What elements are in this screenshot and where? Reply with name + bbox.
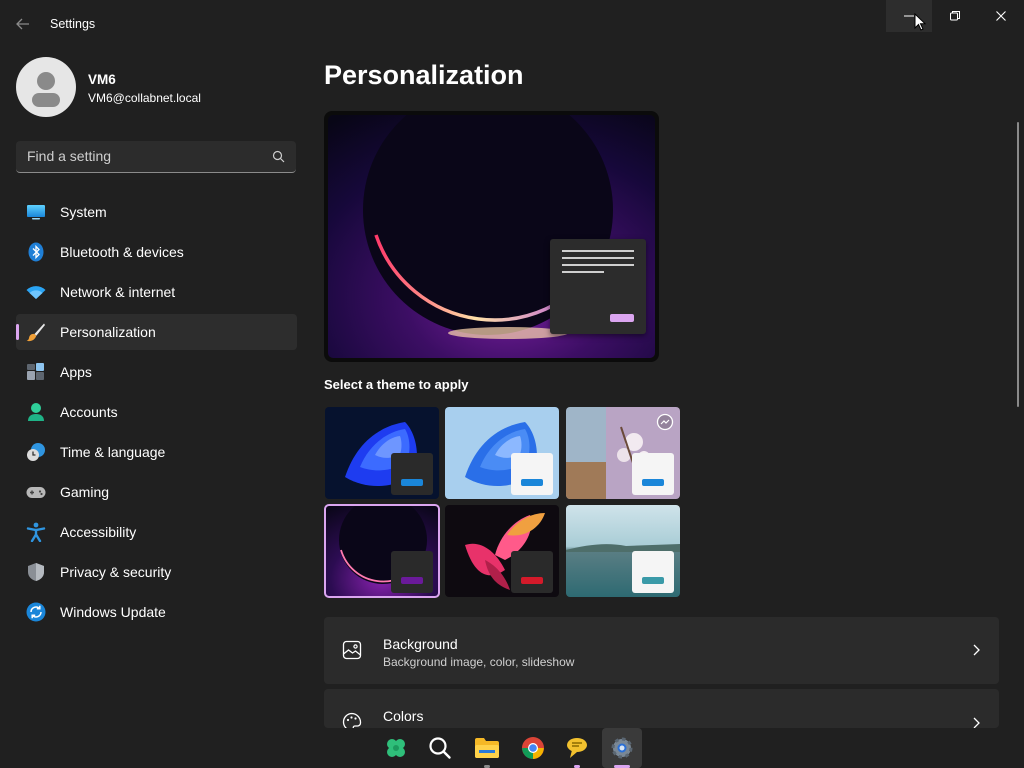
bluetooth-icon xyxy=(26,242,46,262)
theme-captured-motion[interactable] xyxy=(445,505,559,597)
search-icon[interactable] xyxy=(272,150,285,168)
sidebar-item-label: Apps xyxy=(60,364,92,380)
sidebar-item-label: Time & language xyxy=(60,444,166,460)
chrome-icon[interactable] xyxy=(513,728,553,768)
card-title: Background xyxy=(383,636,458,652)
sidebar-item-windows-update[interactable]: Windows Update xyxy=(16,594,297,630)
scrollbar[interactable] xyxy=(1017,122,1019,407)
chevron-right-icon xyxy=(971,643,981,662)
sidebar-item-personalization[interactable]: Personalization xyxy=(16,314,297,350)
update-icon xyxy=(26,602,46,622)
file-explorer-icon[interactable] xyxy=(467,728,507,768)
start-icon[interactable] xyxy=(376,728,416,768)
profile-email: VM6@collabnet.local xyxy=(88,91,201,105)
accessibility-icon xyxy=(26,522,46,543)
restore-icon[interactable] xyxy=(932,0,978,32)
sidebar-item-accessibility[interactable]: Accessibility xyxy=(16,514,297,550)
card-title: Colors xyxy=(383,708,424,724)
theme-flow[interactable] xyxy=(566,505,680,597)
mouse-cursor-icon xyxy=(914,12,927,37)
sidebar-item-time-language[interactable]: Time & language xyxy=(16,434,297,470)
palette-icon xyxy=(342,712,362,728)
background-setting-card[interactable]: Background Background image, color, slid… xyxy=(324,617,999,684)
theme-grid xyxy=(324,405,680,598)
sidebar-item-label: System xyxy=(60,204,107,220)
image-icon xyxy=(342,640,362,665)
sidebar-item-label: Network & internet xyxy=(60,284,176,300)
colors-setting-card[interactable]: Colors xyxy=(324,689,999,728)
settings-icon[interactable] xyxy=(602,728,642,768)
theme-glow[interactable] xyxy=(324,504,440,598)
display-icon xyxy=(26,202,46,222)
brush-icon xyxy=(26,322,46,342)
sidebar-item-label: Bluetooth & devices xyxy=(60,244,184,260)
sidebar-item-bluetooth[interactable]: Bluetooth & devices xyxy=(16,234,297,270)
avatar[interactable] xyxy=(16,57,76,117)
wifi-icon xyxy=(26,282,46,302)
chat-icon[interactable] xyxy=(557,728,597,768)
sidebar-item-label: Accounts xyxy=(60,404,118,420)
sidebar-item-apps[interactable]: Apps xyxy=(16,354,297,390)
app-title: Settings xyxy=(50,17,96,31)
preview-window xyxy=(550,239,646,334)
back-arrow-icon[interactable] xyxy=(10,12,36,36)
apps-icon xyxy=(26,362,46,382)
sidebar-item-label: Privacy & security xyxy=(60,564,172,580)
sidebar-item-label: Personalization xyxy=(60,324,156,340)
close-icon[interactable] xyxy=(978,0,1024,32)
person-icon xyxy=(26,402,46,422)
person-icon xyxy=(32,72,60,107)
sidebar-item-gaming[interactable]: Gaming xyxy=(16,474,297,510)
sidebar-item-accounts[interactable]: Accounts xyxy=(16,394,297,430)
sidebar-item-label: Gaming xyxy=(60,484,110,500)
sidebar-item-label: Accessibility xyxy=(60,524,137,540)
sidebar-nav: System Bluetooth & devices Network & int… xyxy=(16,194,297,634)
shield-icon xyxy=(26,562,46,582)
search-box[interactable] xyxy=(16,141,296,173)
theme-windows-light[interactable] xyxy=(445,407,559,499)
theme-windows-dark[interactable] xyxy=(325,407,439,499)
spotlight-icon xyxy=(656,413,674,436)
theme-windows-spotlight[interactable] xyxy=(566,407,680,499)
chevron-right-icon xyxy=(971,716,981,728)
sidebar-item-label: Windows Update xyxy=(60,604,166,620)
search-icon[interactable] xyxy=(420,728,460,768)
card-subtitle: Background image, color, slideshow xyxy=(383,655,575,669)
clock-globe-icon xyxy=(26,442,46,462)
search-input[interactable] xyxy=(16,141,256,171)
profile-name: VM6 xyxy=(88,72,116,87)
gamepad-icon xyxy=(26,482,46,502)
sidebar-item-privacy[interactable]: Privacy & security xyxy=(16,554,297,590)
taskbar xyxy=(0,728,1024,768)
sidebar-item-network[interactable]: Network & internet xyxy=(16,274,297,310)
theme-preview xyxy=(324,111,659,362)
themes-heading: Select a theme to apply xyxy=(324,377,469,392)
title-bar: Settings xyxy=(0,0,1024,48)
page-title: Personalization xyxy=(324,60,524,90)
sidebar-item-system[interactable]: System xyxy=(16,194,297,230)
